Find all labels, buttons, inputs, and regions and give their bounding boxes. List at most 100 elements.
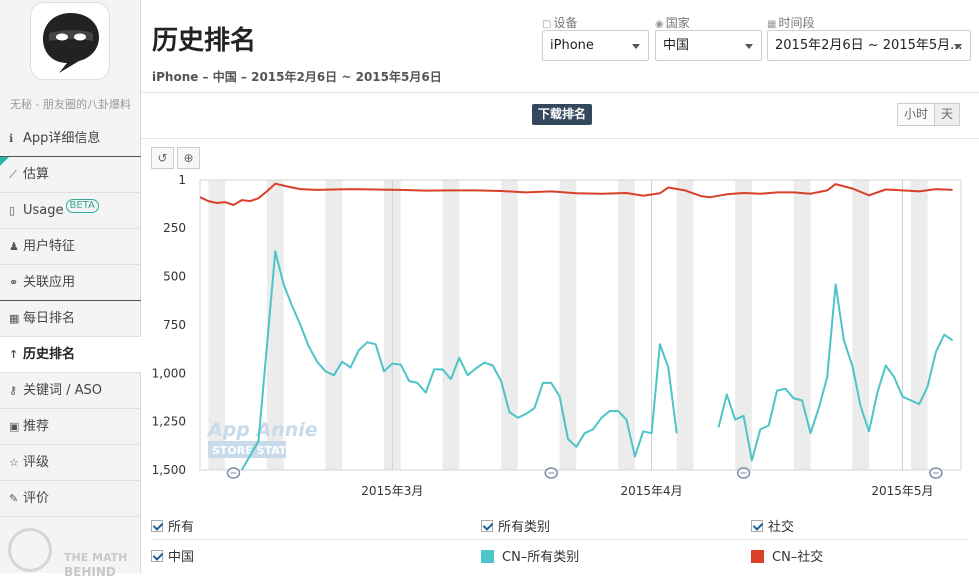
phone-icon: ▯ — [9, 204, 16, 217]
y-tick-label: 1 — [178, 173, 186, 187]
granularity-day-button[interactable]: 天 — [935, 103, 961, 126]
period-select[interactable]: 2015年2月6日 ~ 2015年5月... — [767, 30, 971, 61]
checkbox-icon — [151, 520, 163, 532]
weekend-band — [618, 180, 635, 470]
sidebar-item-calendar[interactable]: ▦ 每日排名 — [0, 301, 141, 337]
sidebar-item-label: 估算 — [23, 167, 50, 182]
sidebar-item-label: 历史排名 — [23, 347, 76, 362]
device-select[interactable]: iPhone — [542, 30, 649, 61]
footer-logo-icon — [8, 528, 52, 572]
sidebar-item-arrow-up[interactable]: ↑ 历史排名 — [0, 337, 142, 373]
sidebar-item-label: 关键词 / ASO — [23, 383, 103, 398]
granularity-toggle: 小时 天 — [897, 103, 961, 126]
legend-china-checkbox[interactable]: 中国 — [151, 546, 194, 565]
weekend-band — [735, 180, 752, 470]
weekend-band — [910, 180, 928, 470]
app-logo[interactable] — [30, 2, 110, 80]
legend-all-categories-checkbox[interactable]: 所有类别 — [481, 516, 550, 535]
sidebar-item-person[interactable]: ♟ 用户特征 — [0, 229, 141, 265]
sidebar: 无秘 - 朋友圈的八卦爆料 ℹ App详细信息 ⟋ 估算 ▯ Usage BETA ♟ 用户特征… — [0, 0, 142, 578]
sidebar-item-label: Usage — [23, 203, 64, 218]
zoom-icon: ⊕ — [183, 151, 194, 165]
watermark-text: App Annie — [206, 419, 318, 441]
reset-zoom-button[interactable]: ↺ — [151, 147, 174, 169]
legend-series-social[interactable]: CN–社交 — [751, 546, 823, 565]
key-icon: ⚷ — [9, 384, 18, 397]
chevron-down-icon — [632, 44, 640, 49]
period-filter-label: ▦ 时间段 — [767, 16, 815, 30]
chart-legend: 所有 所有类别 社交 中国 CN–所有类别 CN–社交 — [151, 510, 969, 570]
weekend-band — [325, 180, 343, 470]
globe-icon: ◉ — [655, 19, 664, 30]
y-tick-label: 750 — [163, 318, 186, 332]
undo-icon: ↺ — [157, 151, 168, 165]
sidebar-item-label: App详细信息 — [23, 131, 101, 146]
sidebar-item-comment[interactable]: ✎ 评价 — [0, 481, 141, 517]
country-filter-label: ◉ 国家 — [655, 16, 690, 30]
y-tick-label: 1,500 — [152, 463, 186, 477]
sidebar-item-key[interactable]: ⚷ 关键词 / ASO — [0, 373, 141, 409]
x-tick-label: 2015年5月 — [871, 484, 933, 498]
comment-icon: ✎ — [9, 492, 19, 505]
sidebar-item-star[interactable]: ☆ 评级 — [0, 445, 141, 481]
legend-all-checkbox[interactable]: 所有 — [151, 516, 194, 535]
new-indicator — [0, 157, 9, 166]
sidebar-item-label: 评级 — [23, 455, 50, 470]
country-select[interactable]: 中国 — [655, 30, 762, 61]
arrow-up-icon: ↑ — [9, 348, 19, 361]
sidebar-nav: ℹ App详细信息 ⟋ 估算 ▯ Usage BETA ♟ 用户特征 ⚭ 关联应用 ▦ 每日排名 ↑ 历史排… — [0, 121, 142, 517]
sidebar-item-label: 每日排名 — [23, 311, 76, 326]
calendar-icon: ▦ — [767, 19, 777, 30]
sidebar-item-label: 评价 — [23, 491, 50, 506]
device-icon: ▢ — [542, 19, 552, 30]
y-tick-label: 500 — [163, 270, 186, 284]
zoom-button[interactable]: ⊕ — [177, 147, 200, 169]
footer-logo-line2: BEHIND — [64, 565, 116, 579]
legend-swatch — [481, 550, 494, 563]
rank-chart: 2015年3月 2015年4月 2015年5月 1 250 500 750 1,000 1,25… — [152, 173, 962, 498]
weekend-band — [559, 180, 577, 470]
y-tick-label: 250 — [163, 221, 186, 235]
beta-badge: BETA — [65, 199, 99, 213]
tab-download-rank[interactable]: 下载排名 — [532, 104, 593, 125]
header-divider — [141, 92, 979, 93]
x-tick-label: 2015年4月 — [620, 484, 682, 498]
weekend-band — [501, 180, 518, 470]
legend-social-checkbox[interactable]: 社交 — [751, 516, 794, 535]
weekend-band — [442, 180, 460, 470]
sidebar-item-line-chart[interactable]: ⟋ 估算 — [0, 157, 141, 193]
link-icon: ⚭ — [9, 276, 19, 289]
chevron-down-icon — [745, 44, 753, 49]
country-filter: ◉ 国家 中国 — [655, 14, 762, 61]
page-title: 历史排名 — [152, 26, 257, 56]
y-tick-label: 1,000 — [152, 366, 186, 380]
sidebar-item-label: 用户特征 — [23, 239, 76, 254]
device-filter: ▢ 设备 iPhone — [542, 14, 649, 61]
main-content: 历史排名 iPhone – 中国 – 2015年2月6日 ~ 2015年5月6日… — [141, 0, 979, 573]
sidebar-item-info[interactable]: ℹ App详细信息 — [0, 121, 141, 157]
calendar-icon: ▦ — [9, 312, 20, 325]
sidebar-item-label: 推荐 — [23, 419, 50, 434]
y-tick-label: 1,250 — [152, 415, 186, 429]
sidebar-item-label: 关联应用 — [23, 275, 76, 290]
star-icon: ☆ — [9, 456, 19, 469]
page-subtitle: iPhone – 中国 – 2015年2月6日 ~ 2015年5月6日 — [152, 70, 442, 84]
granularity-hour-button[interactable]: 小时 — [897, 103, 936, 126]
feature-icon: ▣ — [9, 420, 20, 433]
footer-logo: THE MATH BEHIND — [8, 528, 138, 578]
chart-divider — [141, 138, 979, 139]
legend-series-all-categories[interactable]: CN–所有类别 — [481, 546, 579, 565]
legend-row-filters: 所有 所有类别 社交 — [151, 510, 969, 540]
person-icon: ♟ — [9, 240, 19, 253]
app-name: 无秘 - 朋友圈的八卦爆料 — [10, 98, 131, 111]
weekend-band — [676, 180, 694, 470]
line-chart-icon: ⟋ — [9, 168, 17, 181]
info-icon: ℹ — [9, 132, 14, 145]
sidebar-item-feature[interactable]: ▣ 推荐 — [0, 409, 141, 445]
sidebar-item-phone[interactable]: ▯ Usage BETA — [0, 193, 141, 229]
checkbox-icon — [151, 550, 163, 562]
legend-row-series: 中国 CN–所有类别 CN–社交 — [151, 540, 969, 570]
footer-logo-line1: THE MATH — [64, 551, 128, 564]
chevron-down-icon — [954, 44, 962, 49]
sidebar-item-link[interactable]: ⚭ 关联应用 — [0, 265, 141, 301]
